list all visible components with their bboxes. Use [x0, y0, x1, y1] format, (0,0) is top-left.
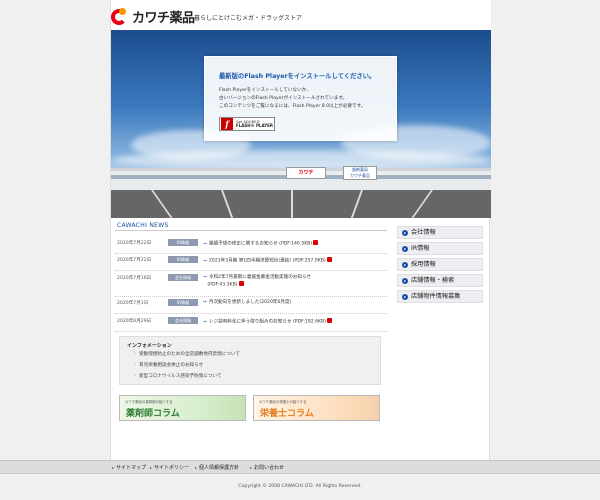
arrow-right-icon: ⇒: [203, 258, 207, 264]
news-title: CAWACHI NEWS: [115, 220, 387, 231]
sidebar-item-store-search[interactable]: ▸ 店舗情報・検索: [397, 274, 483, 287]
news-link[interactable]: ⇒ 令和2年7月豪雨に義援金募金活動実施のお知らせ (PDF:43.3KB): [203, 275, 311, 289]
footer-link-sitemap[interactable]: サイトマップ: [112, 464, 146, 471]
news-date: 2020年7月16日: [117, 276, 152, 281]
news-category-badge: IR情報: [168, 299, 198, 306]
news-item: 2020年7月22日 IR情報 ⇒ 業績予想の修正に関するお知らせ (PDF:14…: [115, 239, 387, 254]
news-category-badge: IR情報: [168, 256, 198, 263]
flash-line: 古いバージョンのFlash Playerがインストールされています。: [219, 96, 348, 101]
arrow-right-icon: ⇒: [203, 319, 207, 325]
store-sign-pharmacy: 調剤薬局 カワチ薬品: [343, 166, 377, 180]
pdf-icon: [326, 257, 332, 262]
hero-image: カワチ 調剤薬局 カワチ薬品 最新版のFlash Playerをインストールして…: [111, 30, 491, 218]
news-section: CAWACHI NEWS 2020年7月22日 IR情報 ⇒ 業績予想の修正に関す…: [115, 220, 387, 332]
sidebar-item-recruit[interactable]: ▸ 採用情報: [397, 258, 483, 271]
site-logo[interactable]: カワチ薬品: [111, 7, 195, 26]
information-link[interactable]: 育児栄養相談会休止のお知らせ: [134, 362, 203, 368]
news-link[interactable]: ⇒ レジ袋有料化に伴う取り組みのお知らせ (PDF:192.6KB): [203, 318, 332, 326]
page-container: カワチ薬品 暮らしにとけこむメガ・ドラッグストア カワチ 調剤薬局 カワチ薬品 …: [110, 0, 491, 460]
news-category-badge: IR情報: [168, 239, 198, 246]
news-link[interactable]: ⇒ 月次動向を更新しました(2020年6月度): [203, 300, 291, 306]
nutritionist-column-banner[interactable]: カワチ薬品の栄養士が紹介する 栄養士コラム: [253, 395, 380, 421]
news-item: 2020年6月29日 会社情報 ⇒ レジ袋有料化に伴う取り組みのお知らせ (PDF…: [115, 317, 387, 332]
pdf-icon: [238, 281, 244, 286]
news-link[interactable]: ⇒ 業績予想の修正に関するお知らせ (PDF:140.5KB): [203, 240, 319, 248]
information-box: インフォメーション 受動喫煙防止のための全店舗敷地内禁煙について 育児栄養相談会…: [119, 336, 381, 385]
get-flash-player-button[interactable]: f Get ADOBE® FLASH® PLAYER: [219, 117, 275, 131]
tagline: 暮らしにとけこむメガ・ドラッグストア: [194, 15, 303, 22]
footer-link-privacy[interactable]: 個人情報保護方針: [195, 464, 239, 471]
copyright: Copyright © 2008 CAWACHI LTD. All Rights…: [238, 484, 362, 489]
news-date: 2020年7月22日: [117, 241, 152, 246]
sidebar-item-property[interactable]: ▸ 店舗物件情報募集: [397, 290, 483, 303]
pharmacist-column-banner[interactable]: カワチ薬品の薬剤師が紹介する 薬剤師コラム: [119, 395, 246, 421]
logo-icon: [111, 7, 129, 26]
information-link[interactable]: 受動喫煙防止のための全店舗敷地内禁煙について: [134, 351, 240, 357]
pdf-icon: [326, 318, 332, 323]
logo-text: カワチ薬品: [132, 11, 195, 26]
flash-player-icon: f: [221, 118, 233, 130]
sidebar-item-company[interactable]: ▸ 会社情報: [397, 226, 483, 239]
news-link[interactable]: ⇒ 2021年3月期 第1四半期決算短信(連結) (PDF:257.0KB): [203, 257, 332, 265]
flash-title: 最新版のFlash Playerをインストールしてください。: [219, 73, 376, 80]
footer-nav: サイトマップ サイトポリシー 個人情報保護方針 お問い合わせ: [0, 460, 600, 474]
news-item: 2020年7月1日 IR情報 ⇒ 月次動向を更新しました(2020年6月度): [115, 299, 387, 314]
circle-arrow-icon: ▸: [402, 294, 408, 300]
news-category-badge: 会社情報: [168, 274, 198, 281]
information-title: インフォメーション: [127, 343, 172, 349]
news-item: 2020年7月22日 IR情報 ⇒ 2021年3月期 第1四半期決算短信(連結) …: [115, 256, 387, 271]
circle-arrow-icon: ▸: [402, 246, 408, 252]
site-header: カワチ薬品 暮らしにとけこむメガ・ドラッグストア: [111, 0, 491, 30]
parking-lot: [111, 190, 491, 218]
arrow-right-icon: ⇒: [203, 300, 207, 305]
sidebar-item-ir[interactable]: ▸ IR情報: [397, 242, 483, 255]
flash-install-notice: 最新版のFlash Playerをインストールしてください。 Flash Pla…: [204, 56, 397, 141]
information-link[interactable]: 新型コロナウイルス感染予防策について: [134, 373, 222, 379]
flash-line: Flash Playerをインストールしていないか、: [219, 88, 311, 93]
news-category-badge: 会社情報: [168, 317, 198, 324]
flash-line: このコンテンツをご覧になるには、Flash Player 8.0以上が必要です。: [219, 104, 366, 109]
circle-arrow-icon: ▸: [402, 262, 408, 268]
circle-arrow-icon: ▸: [402, 230, 408, 236]
footer-link-contact[interactable]: お問い合わせ: [250, 464, 284, 471]
circle-arrow-icon: ▸: [402, 278, 408, 284]
news-date: 2020年7月1日: [117, 301, 149, 306]
news-item: 2020年7月16日 会社情報 ⇒ 令和2年7月豪雨に義援金募金活動実施のお知らせ…: [115, 274, 387, 297]
footer-link-site-policy[interactable]: サイトポリシー: [150, 464, 189, 471]
arrow-right-icon: ⇒: [203, 241, 207, 247]
store-sign-main: カワチ: [286, 167, 326, 179]
arrow-right-icon: ⇒: [203, 275, 207, 280]
news-date: 2020年6月29日: [117, 319, 152, 324]
pdf-icon: [313, 240, 319, 245]
news-date: 2020年7月22日: [117, 258, 152, 263]
